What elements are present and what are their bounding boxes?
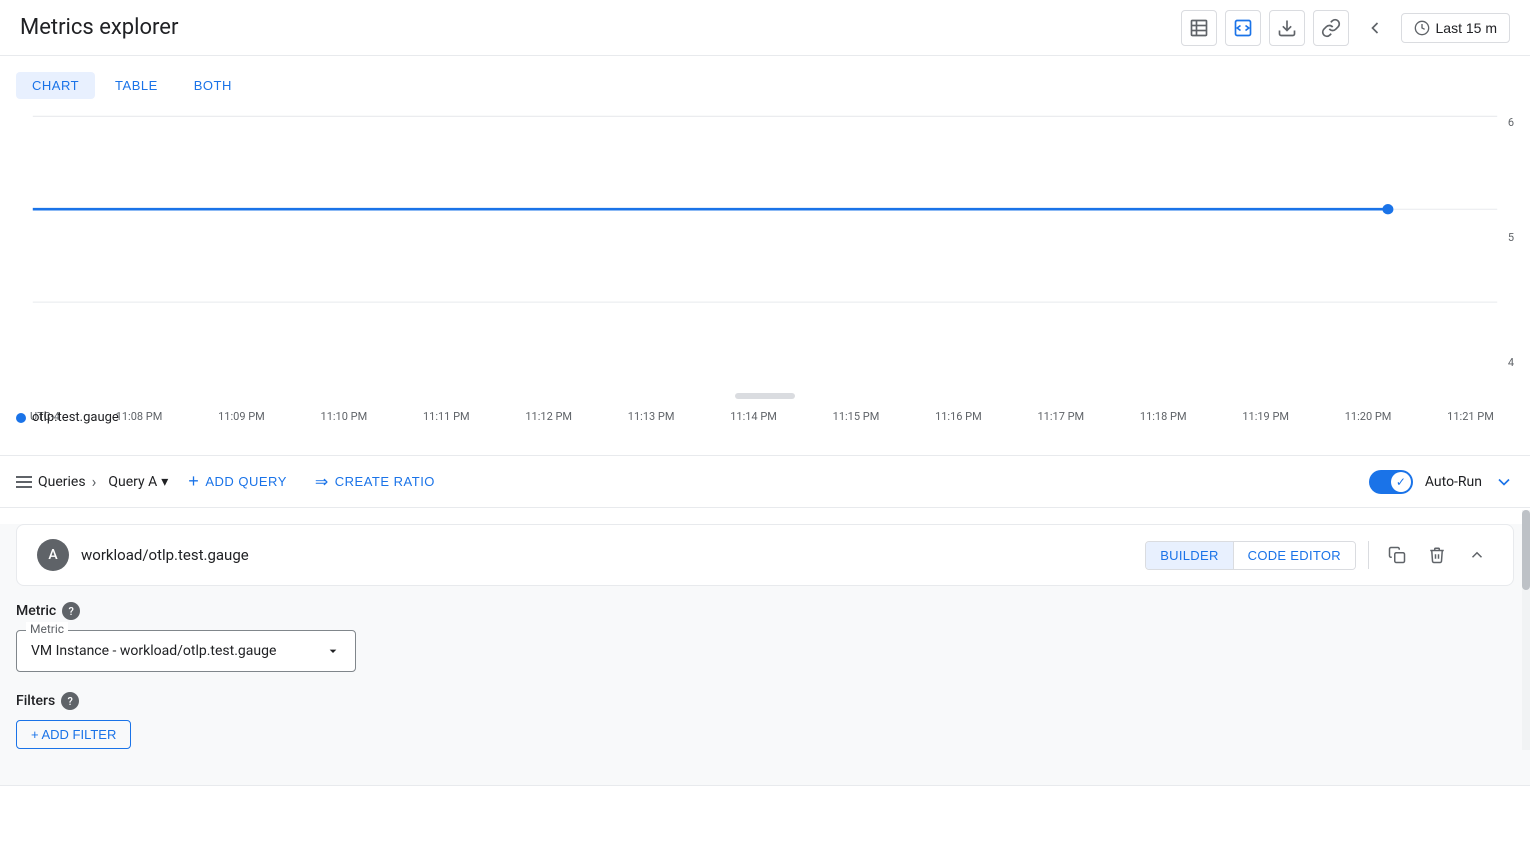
- time-range-label: Last 15 m: [1436, 20, 1497, 36]
- legend-label: otlp.test.gauge: [32, 410, 119, 425]
- expand-down-button[interactable]: [1494, 472, 1514, 492]
- tab-both[interactable]: BOTH: [178, 72, 248, 99]
- auto-run-toggle[interactable]: ✓: [1369, 470, 1413, 494]
- collapse-button[interactable]: [1461, 539, 1493, 571]
- chevron-down-icon: ▾: [161, 474, 168, 490]
- x-axis: UTC-4 11:08 PM 11:09 PM 11:10 PM 11:11 P…: [0, 410, 1510, 423]
- x-label-10: 11:17 PM: [1037, 410, 1084, 423]
- query-header: A workload/otlp.test.gauge BUILDER CODE …: [16, 524, 1514, 586]
- query-panel: A workload/otlp.test.gauge BUILDER CODE …: [0, 524, 1530, 786]
- tab-table[interactable]: TABLE: [99, 72, 174, 99]
- page-title: Metrics explorer: [20, 15, 178, 40]
- scrollbar-thumb: [1522, 510, 1530, 590]
- create-ratio-label: CREATE RATIO: [335, 474, 435, 489]
- chart-container: [0, 106, 1530, 395]
- x-label-6: 11:13 PM: [628, 410, 675, 423]
- metric-select-box[interactable]: VM Instance - workload/otlp.test.gauge: [16, 630, 356, 672]
- copy-button[interactable]: [1381, 539, 1413, 571]
- x-label-9: 11:16 PM: [935, 410, 982, 423]
- x-label-5: 11:12 PM: [525, 410, 572, 423]
- query-selector[interactable]: Query A ▾: [108, 474, 168, 490]
- toggle-thumb: ✓: [1391, 472, 1411, 492]
- filters-label: Filters ?: [16, 692, 1514, 710]
- x-label-11: 11:18 PM: [1140, 410, 1187, 423]
- header-actions: Last 15 m: [1181, 10, 1510, 46]
- x-label-12: 11:19 PM: [1242, 410, 1289, 423]
- metric-field-label: Metric: [26, 622, 68, 636]
- download-icon-button[interactable]: [1269, 10, 1305, 46]
- metric-select[interactable]: Metric VM Instance - workload/otlp.test.…: [16, 630, 356, 672]
- metric-section: Metric ? Metric VM Instance - workload/o…: [16, 602, 1514, 672]
- add-filter-button[interactable]: + ADD FILTER: [16, 720, 131, 749]
- ratio-icon: ⇒: [315, 472, 329, 492]
- add-query-label: ADD QUERY: [205, 474, 287, 489]
- header: Metrics explorer: [0, 0, 1530, 56]
- filters-section: Filters ? + ADD FILTER: [16, 692, 1514, 749]
- metric-dropdown-icon: [325, 643, 341, 659]
- query-path: workload/otlp.test.gauge: [81, 546, 1133, 564]
- filters-help-icon[interactable]: ?: [61, 692, 79, 710]
- query-body: Metric ? Metric VM Instance - workload/o…: [0, 602, 1530, 785]
- metric-help-icon[interactable]: ?: [62, 602, 80, 620]
- link-icon-button[interactable]: [1313, 10, 1349, 46]
- builder-tab[interactable]: BUILDER: [1146, 542, 1233, 569]
- query-header-actions: BUILDER CODE EDITOR: [1145, 539, 1493, 571]
- query-name: Query A: [108, 474, 157, 490]
- x-label-13: 11:20 PM: [1345, 410, 1392, 423]
- chart-legend: otlp.test.gauge: [16, 410, 119, 425]
- x-label-14: 11:21 PM: [1447, 410, 1494, 423]
- x-label-2: 11:09 PM: [218, 410, 265, 423]
- legend-dot: [16, 413, 26, 423]
- chart-svg: [0, 106, 1530, 395]
- hamburger-icon: [16, 476, 32, 488]
- metric-label: Metric ?: [16, 602, 1514, 620]
- divider: [1368, 541, 1369, 569]
- metric-value: VM Instance - workload/otlp.test.gauge: [31, 643, 276, 659]
- add-query-button[interactable]: + ADD QUERY: [180, 465, 295, 498]
- queries-section: Queries ›: [16, 472, 96, 491]
- back-button[interactable]: [1357, 10, 1393, 46]
- x-label-1: 11:08 PM: [116, 410, 163, 423]
- code-editor-tab[interactable]: CODE EDITOR: [1234, 542, 1355, 569]
- time-range-button[interactable]: Last 15 m: [1401, 13, 1510, 43]
- x-label-7: 11:14 PM: [730, 410, 777, 423]
- query-avatar: A: [37, 539, 69, 571]
- query-bar-right: ✓ Auto-Run: [1369, 470, 1514, 494]
- create-ratio-button[interactable]: ⇒ CREATE RATIO: [307, 466, 443, 498]
- code-icon-button[interactable]: [1225, 10, 1261, 46]
- query-bar: Queries › Query A ▾ + ADD QUERY ⇒ CREATE…: [0, 456, 1530, 508]
- x-label-4: 11:11 PM: [423, 410, 470, 423]
- delete-button[interactable]: [1421, 539, 1453, 571]
- queries-label: Queries: [38, 474, 86, 490]
- tab-chart[interactable]: CHART: [16, 72, 95, 99]
- x-label-8: 11:15 PM: [833, 410, 880, 423]
- builder-code-tabs: BUILDER CODE EDITOR: [1145, 541, 1356, 570]
- view-tabs: CHART TABLE BOTH: [0, 64, 264, 107]
- right-scrollbar[interactable]: [1522, 510, 1530, 750]
- chart-scrollbar[interactable]: [735, 393, 795, 399]
- chart-area: CHART TABLE BOTH 6 5 4 UTC-4 11:08 PM 11…: [0, 56, 1530, 456]
- table-icon-button[interactable]: [1181, 10, 1217, 46]
- x-label-3: 11:10 PM: [321, 410, 368, 423]
- plus-icon: +: [188, 471, 199, 492]
- auto-run-label: Auto-Run: [1425, 474, 1482, 490]
- chevron-right-icon: ›: [92, 472, 97, 491]
